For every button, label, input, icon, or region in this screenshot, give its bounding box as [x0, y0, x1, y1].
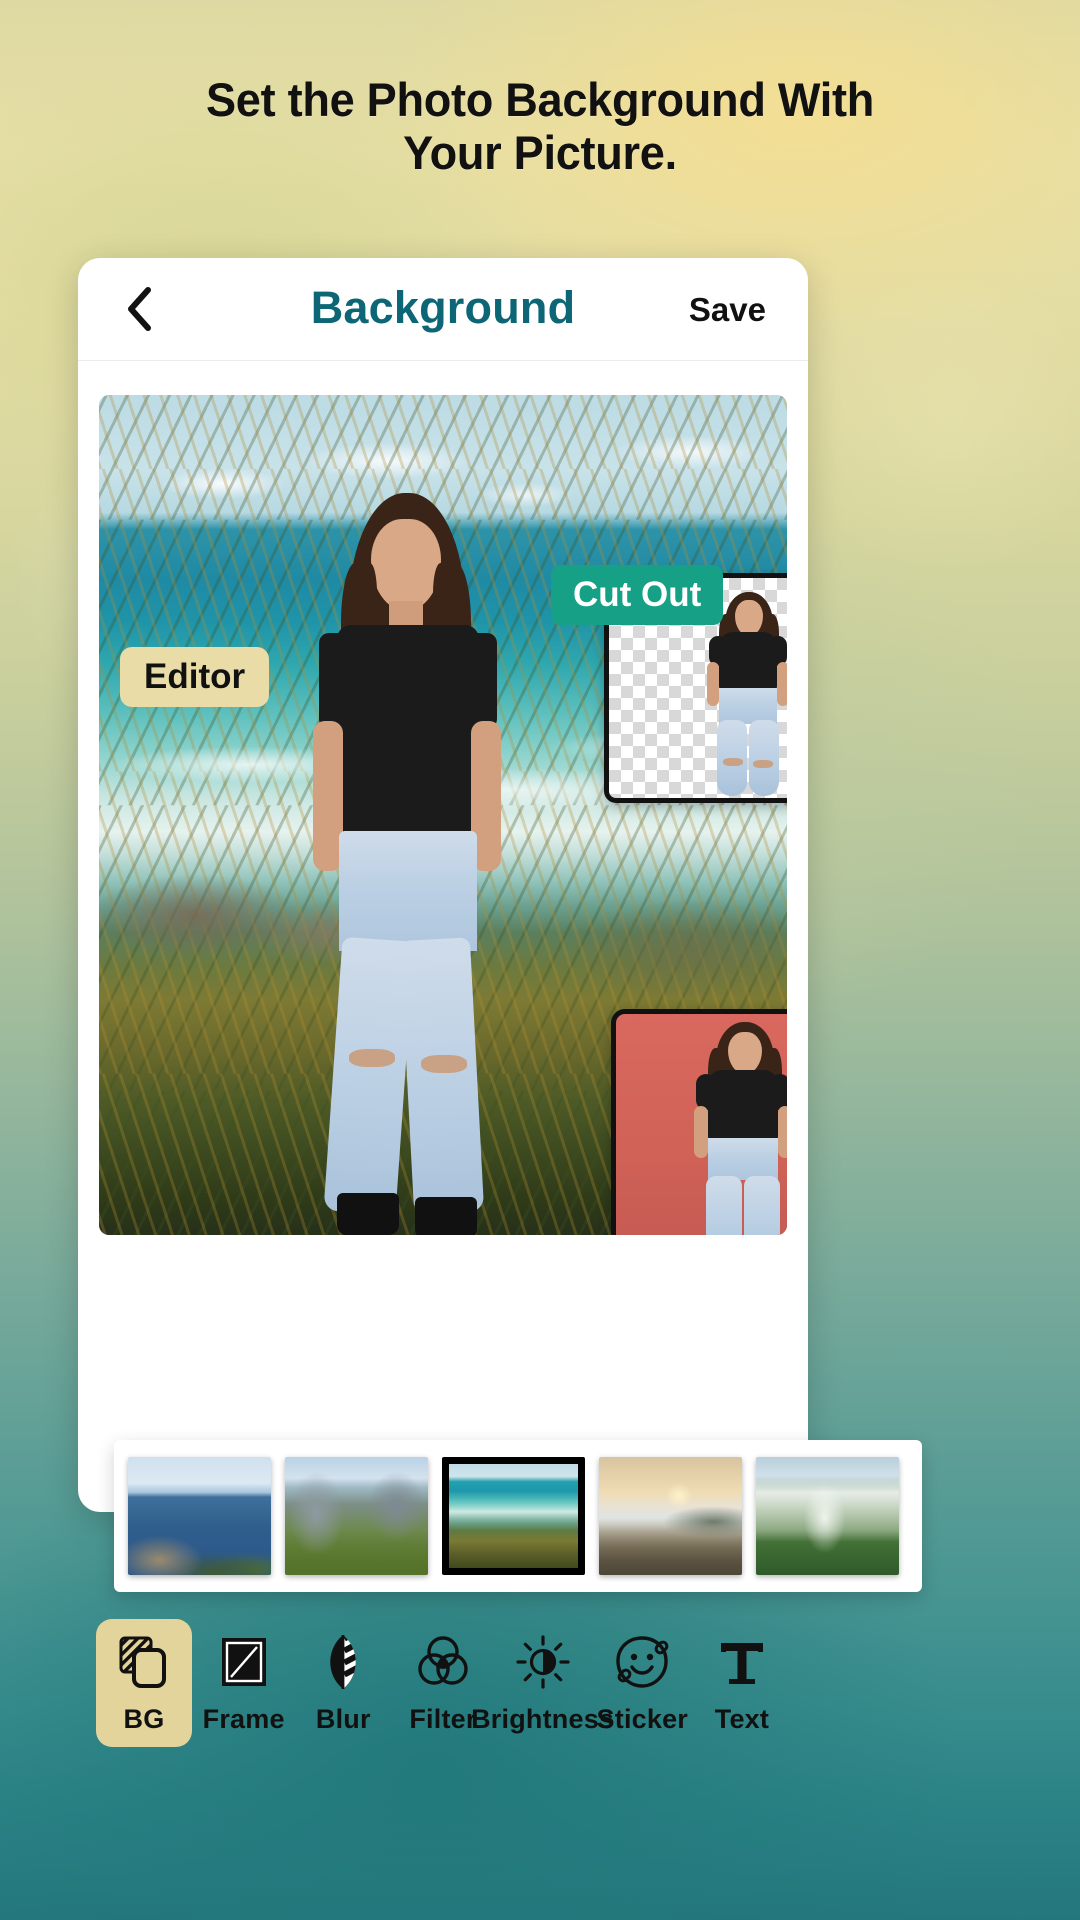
brightness-icon: [516, 1633, 570, 1691]
tool-sticker-label: Sticker: [596, 1704, 689, 1734]
filter-rings-icon: [415, 1633, 471, 1691]
editor-canvas[interactable]: Cut Out Editor Orignal: [99, 395, 787, 1235]
original-preview[interactable]: [611, 1009, 787, 1235]
original-subject: [680, 1022, 787, 1235]
blur-leaf-icon: [321, 1633, 365, 1691]
background-thumbnail-strip[interactable]: [114, 1440, 922, 1592]
text-t-icon: [716, 1633, 768, 1691]
tool-blur[interactable]: Blur: [295, 1619, 391, 1747]
headline-line-2: Your Picture.: [403, 125, 677, 179]
tool-frame[interactable]: Frame: [196, 1619, 292, 1747]
tool-brightness[interactable]: Brightness: [471, 1619, 614, 1747]
tool-text[interactable]: Text: [694, 1619, 790, 1747]
app-bar: Background Save: [78, 258, 808, 361]
background-thumb-jungle-waterfall[interactable]: [756, 1457, 899, 1575]
app-screen-card: Background Save Cut Out Editor BG Frame …: [78, 258, 922, 1747]
promo-page: Set the Photo Background With Your Pictu…: [0, 0, 1080, 1920]
callout-cut-out: Cut Out: [551, 565, 724, 625]
background-thumb-sunset-ridge-hiker[interactable]: [599, 1457, 742, 1575]
tool-bg[interactable]: BG: [96, 1619, 192, 1747]
tool-frame-label: Frame: [202, 1704, 285, 1734]
frame-icon: [219, 1633, 269, 1691]
editor-toolbar: BG Frame Blur Filter Brightness Sticker …: [78, 1619, 808, 1920]
background-thumb-sea-arch-cliff[interactable]: [128, 1457, 271, 1575]
sticker-smiley-icon: [615, 1633, 669, 1691]
tool-sticker[interactable]: Sticker: [594, 1619, 690, 1747]
tool-brightness-label: Brightness: [471, 1704, 615, 1734]
promo-headline: Set the Photo Background With Your Pictu…: [0, 73, 1080, 179]
headline-line-1: Set the Photo Background With: [205, 73, 875, 126]
bg-layers-icon: [118, 1633, 170, 1691]
tool-filter-label: Filter: [409, 1704, 477, 1734]
background-thumb-valley-canyon[interactable]: [285, 1457, 428, 1575]
callout-editor: Editor: [120, 647, 270, 707]
tool-bg-label: BG: [123, 1704, 165, 1734]
tool-blur-label: Blur: [315, 1704, 371, 1734]
tool-text-label: Text: [714, 1704, 770, 1734]
save-button[interactable]: Save: [681, 285, 774, 335]
background-thumb-rocky-coast-waves[interactable]: [442, 1457, 585, 1575]
